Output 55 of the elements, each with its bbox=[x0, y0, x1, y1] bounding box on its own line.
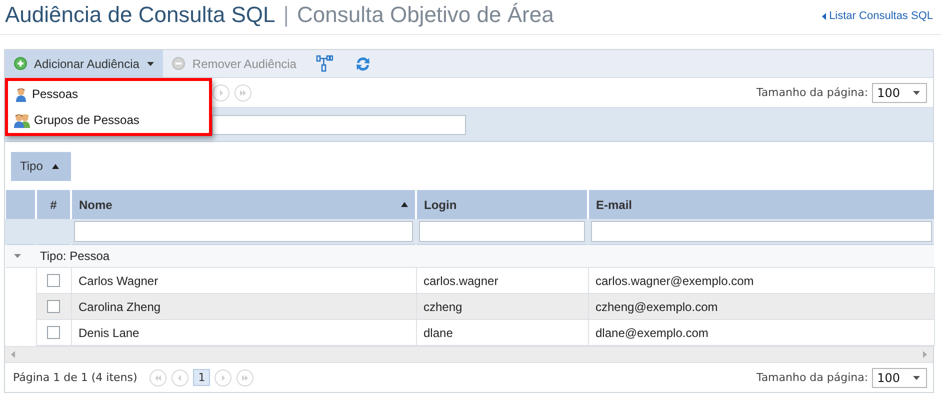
caret-icon bbox=[146, 60, 156, 66]
scroll-left-icon[interactable] bbox=[11, 351, 15, 358]
last-page-icon[interactable] bbox=[236, 368, 254, 386]
minus-icon bbox=[172, 57, 186, 70]
scroll-right-icon[interactable] bbox=[923, 351, 927, 358]
column-header[interactable]: Login bbox=[416, 190, 588, 219]
person-icon bbox=[14, 86, 28, 102]
group-label: Tipo: Pessoa bbox=[40, 249, 110, 263]
table-cell: dlane bbox=[424, 326, 453, 340]
next-page-icon[interactable] bbox=[212, 84, 230, 102]
back-link[interactable]: Listar Consultas SQL bbox=[822, 10, 933, 22]
column-header[interactable]: E-mail bbox=[588, 190, 934, 219]
page-size-select[interactable]: 100 bbox=[872, 368, 927, 388]
title-separator: | bbox=[283, 2, 290, 28]
table-cell: dlane@exemplo.com bbox=[596, 326, 708, 340]
add-audience-button[interactable]: Adicionar Audiência bbox=[5, 50, 164, 77]
people-icon bbox=[14, 112, 30, 128]
column-filter-field[interactable] bbox=[591, 221, 932, 242]
hierarchy-icon bbox=[316, 55, 334, 72]
table-cell: czheng bbox=[424, 300, 462, 314]
table-cell: Carolina Zheng bbox=[78, 300, 161, 314]
expand-group-icon[interactable] bbox=[14, 254, 22, 258]
page-summary: Página 1 de 1 (4 itens) bbox=[12, 371, 138, 384]
table-cell: Carlos Wagner bbox=[78, 274, 158, 288]
table-cell: carlos.wagner@exemplo.com bbox=[596, 274, 754, 288]
horizontal-scrollbar[interactable] bbox=[5, 346, 933, 363]
column-filter-field[interactable] bbox=[419, 221, 585, 242]
plus-icon bbox=[14, 57, 27, 70]
page-number[interactable]: 1 bbox=[193, 369, 210, 386]
prev-page-icon[interactable] bbox=[171, 368, 190, 386]
refresh-icon bbox=[355, 56, 372, 72]
first-page-icon[interactable] bbox=[149, 368, 168, 386]
back-arrow-icon bbox=[822, 12, 826, 20]
table-cell: czheng@exemplo.com bbox=[596, 300, 718, 314]
search-field[interactable] bbox=[212, 114, 466, 134]
menu-item[interactable]: Grupos de Pessoas bbox=[14, 109, 209, 131]
caret-icon bbox=[912, 90, 921, 96]
group-by-chip[interactable]: Tipo bbox=[11, 152, 71, 180]
table-cell: Denis Lane bbox=[78, 326, 140, 340]
page-size-label: Tamanho da página: bbox=[756, 371, 868, 384]
page-size-label: Tamanho da página: bbox=[756, 86, 868, 99]
caret-icon bbox=[912, 374, 921, 380]
row-checkbox[interactable] bbox=[47, 274, 60, 287]
page-size-select[interactable]: 100 bbox=[872, 82, 927, 102]
last-page-icon[interactable] bbox=[234, 84, 252, 102]
column-header[interactable]: # bbox=[36, 190, 71, 219]
next-page-icon[interactable] bbox=[214, 368, 232, 386]
page-title: Audiência de Consulta SQL bbox=[5, 2, 276, 28]
menu-item[interactable]: Pessoas bbox=[14, 83, 209, 105]
row-checkbox[interactable] bbox=[47, 300, 60, 313]
column-header[interactable]: Nome bbox=[71, 190, 416, 219]
column-filter-field[interactable] bbox=[74, 221, 413, 242]
page-subtitle: Consulta Objetivo de Área bbox=[297, 2, 554, 28]
row-checkbox[interactable] bbox=[47, 326, 60, 339]
table-cell: carlos.wagner bbox=[424, 274, 498, 288]
